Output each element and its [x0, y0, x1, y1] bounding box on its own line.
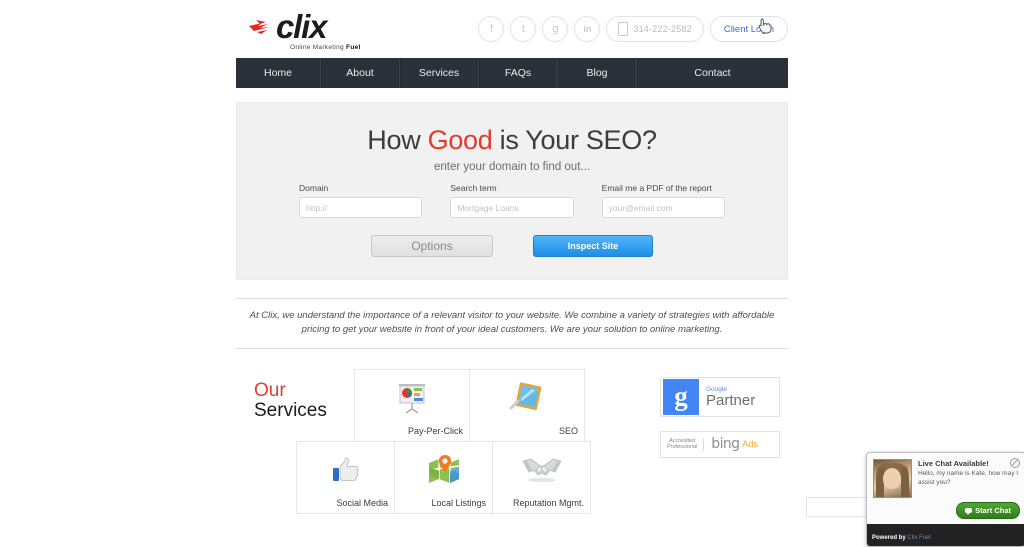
- client-login-button[interactable]: Client Login: [709, 16, 788, 42]
- start-chat-label: Start Chat: [975, 506, 1011, 515]
- search-term-label: Search term: [450, 183, 497, 193]
- thumbs-up-icon: [297, 450, 394, 490]
- service-label: Pay-Per-Click: [407, 425, 463, 436]
- domain-label: Domain: [299, 183, 329, 193]
- map-pin-icon: [395, 450, 492, 490]
- chat-body: Live Chat Available! Hello, my name is K…: [867, 453, 1024, 502]
- google-partner-text: Google Partner: [706, 386, 755, 408]
- chat-heading: Live Chat Available!: [918, 459, 989, 468]
- google-plus-icon[interactable]: g: [542, 16, 569, 42]
- bing-ads-badge[interactable]: Accredited Professional bing Ads: [660, 430, 780, 458]
- title-accent-word: Good: [427, 125, 493, 155]
- site-container: clix Online Marketing Fuel f t g in 314-…: [236, 0, 788, 519]
- search-term-field-group: Search term: [450, 183, 574, 218]
- form-actions: Options Inspect Site: [237, 235, 787, 257]
- services-grid: Pay-Per-Click SEO Social Media Local Lis…: [296, 368, 591, 514]
- bing-wordmark: bing: [711, 436, 740, 452]
- twitter-icon[interactable]: t: [510, 16, 537, 42]
- magnifier-panel-icon: [470, 378, 584, 418]
- phone-number: 314-222-2582: [633, 24, 692, 34]
- phone-icon: [618, 22, 629, 36]
- nav-item-blog[interactable]: Blog: [558, 58, 637, 88]
- service-label: Reputation Mgmt.: [512, 497, 584, 508]
- site-logo[interactable]: clix Online Marketing Fuel: [248, 6, 361, 52]
- service-tile-reputation-mgmt[interactable]: Reputation Mgmt.: [492, 440, 591, 514]
- presentation-chart-icon: [355, 378, 469, 418]
- chat-footer: Powered by Clix Fuel: [867, 524, 1024, 546]
- services-row-bottom: Social Media Local Listings Reputation M…: [296, 440, 591, 514]
- domain-field-group: Domain: [299, 183, 423, 218]
- inspect-site-button[interactable]: Inspect Site: [533, 235, 653, 257]
- google-partner-badge[interactable]: g Google Partner: [660, 376, 780, 417]
- page-title: How Good is Your SEO?: [367, 125, 657, 155]
- close-icon[interactable]: [1010, 458, 1020, 468]
- chat-message: Hello, my name is Kate, how may I assist…: [918, 470, 1019, 486]
- phone-display[interactable]: 314-222-2582: [606, 16, 704, 42]
- seo-form: Domain Search term Email me a PDF of the…: [299, 183, 725, 218]
- main-navigation: Home About Services FAQs Blog Contact: [236, 58, 788, 88]
- service-label: Social Media: [336, 497, 388, 508]
- nav-item-contact[interactable]: Contact: [637, 58, 788, 88]
- search-term-input[interactable]: [450, 197, 574, 218]
- nav-item-services[interactable]: Services: [400, 58, 479, 88]
- chat-bubble-icon: [965, 508, 973, 515]
- partner-wordmark: Partner: [706, 391, 756, 409]
- chat-actions: Start Chat: [867, 502, 1024, 524]
- service-label: Local Listings: [431, 497, 486, 508]
- browser-page: clix Online Marketing Fuel f t g in 314-…: [0, 0, 1024, 547]
- service-tile-local-listings[interactable]: Local Listings: [394, 440, 493, 514]
- nav-item-home[interactable]: Home: [236, 58, 321, 88]
- partner-badges: g Google Partner Accredited Professional…: [660, 376, 780, 458]
- services-heading-accent: Our: [254, 379, 286, 401]
- handshake-icon: [493, 450, 590, 490]
- agent-avatar: [873, 459, 912, 498]
- email-field-group: Email me a PDF of the report: [601, 183, 725, 218]
- service-tile-seo[interactable]: SEO: [469, 368, 585, 442]
- site-header: clix Online Marketing Fuel f t g in 314-…: [236, 0, 788, 58]
- services-row-top: Pay-Per-Click SEO: [354, 368, 590, 442]
- hero-subtitle: enter your domain to find out...: [434, 161, 590, 173]
- logo-wordmark: clix: [276, 8, 327, 45]
- logo-tagline: Online Marketing Fuel: [290, 44, 361, 51]
- ads-wordmark: Ads: [742, 439, 758, 449]
- intro-paragraph: At Clix, we understand the importance of…: [236, 298, 788, 349]
- services-heading-main: Services: [254, 399, 327, 421]
- live-chat-widget: Live Chat Available! Hello, my name is K…: [866, 452, 1024, 547]
- service-tile-pay-per-click[interactable]: Pay-Per-Click: [354, 368, 470, 442]
- service-tile-social-media[interactable]: Social Media: [296, 440, 395, 514]
- facebook-icon[interactable]: f: [478, 16, 505, 42]
- services-heading: Our Services: [254, 381, 327, 420]
- domain-input[interactable]: [299, 197, 423, 218]
- powered-by-brand: Clix Fuel: [907, 535, 931, 541]
- accredited-professional-text: Accredited Professional: [667, 437, 705, 451]
- services-section: Our Services Pay-Per-Click SEO Social Me…: [236, 368, 788, 519]
- options-button[interactable]: Options: [371, 235, 493, 257]
- email-label: Email me a PDF of the report: [601, 183, 712, 193]
- nav-item-about[interactable]: About: [321, 58, 400, 88]
- service-label: SEO: [558, 425, 578, 436]
- nav-item-faqs[interactable]: FAQs: [479, 58, 558, 88]
- hero-panel: How Good is Your SEO? enter your domain …: [236, 102, 788, 280]
- linkedin-icon[interactable]: in: [574, 16, 601, 42]
- email-input[interactable]: [601, 197, 725, 218]
- chat-text: Live Chat Available! Hello, my name is K…: [918, 459, 1019, 498]
- header-utility-bar: f t g in 314-222-2582 Client Login: [478, 16, 788, 42]
- mouse-cursor-pointer-icon: [758, 18, 772, 34]
- google-g-icon: g: [663, 378, 699, 415]
- powered-by-label: Powered by: [872, 535, 908, 541]
- start-chat-button[interactable]: Start Chat: [956, 502, 1020, 519]
